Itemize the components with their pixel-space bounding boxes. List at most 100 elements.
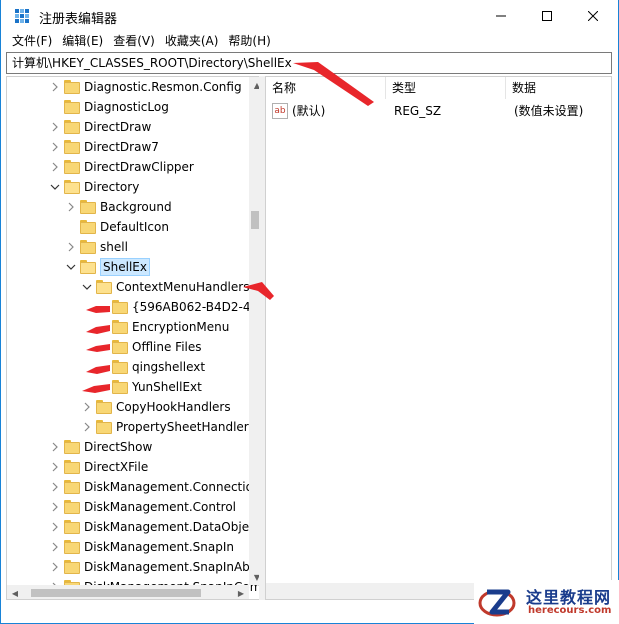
chevron-right-icon[interactable] [50, 481, 60, 493]
folder-icon [64, 140, 80, 154]
chevron-right-icon[interactable] [50, 161, 60, 173]
chevron-right-icon[interactable] [50, 521, 60, 533]
tree-item[interactable]: DefaultIcon [7, 217, 245, 237]
tree-item-label: DiskManagement.Connection [84, 480, 259, 494]
value-name: (默认) [292, 104, 326, 118]
folder-icon [112, 300, 128, 314]
folder-icon [64, 480, 80, 494]
regedit-icon [15, 9, 29, 23]
menu-help[interactable]: 帮助(H) [223, 31, 275, 51]
tree-item[interactable]: DirectXFile [7, 457, 245, 477]
chevron-right-icon[interactable] [50, 81, 60, 93]
chevron-down-icon[interactable] [66, 261, 76, 273]
chevron-down-icon[interactable] [82, 281, 92, 293]
registry-editor-window: 注册表编辑器 文件(F) 编辑(E) 查看(V) 收藏夹(A) 帮助(H) 计算… [0, 0, 619, 624]
tree-item-label: CopyHookHandlers [116, 400, 231, 414]
chevron-right-icon[interactable] [82, 401, 92, 413]
tree-item-label: Offline Files [132, 340, 202, 354]
tree-item[interactable]: DiskManagement.Control [7, 497, 245, 517]
menu-edit[interactable]: 编辑(E) [57, 31, 108, 51]
chevron-right-icon[interactable] [82, 421, 92, 433]
tree-horizontal-scroll-thumb[interactable] [31, 589, 201, 597]
tree-item-label: DefaultIcon [100, 220, 169, 234]
close-button[interactable] [570, 0, 616, 31]
chevron-down-icon[interactable] [50, 181, 60, 193]
menu-bar: 文件(F) 编辑(E) 查看(V) 收藏夹(A) 帮助(H) [1, 31, 618, 51]
tree-item-label: ShellEx [100, 258, 150, 276]
tree-item[interactable]: DirectShow [7, 437, 245, 457]
chevron-right-icon[interactable] [50, 561, 60, 573]
menu-view[interactable]: 查看(V) [108, 31, 160, 51]
window-title: 注册表编辑器 [39, 12, 118, 27]
tree-item[interactable]: DirectDraw [7, 117, 245, 137]
tree-item[interactable]: ShellEx [7, 257, 245, 277]
tree-item[interactable]: Directory [7, 177, 245, 197]
folder-icon [64, 520, 80, 534]
tree-item[interactable]: EncryptionMenu [7, 317, 245, 337]
tree-item[interactable]: Background [7, 197, 245, 217]
value-row[interactable]: ab (默认) REG_SZ (数值未设置) [266, 101, 611, 121]
folder-icon [64, 460, 80, 474]
tree-item[interactable]: qingshellext [7, 357, 245, 377]
chevron-right-icon[interactable] [50, 441, 60, 453]
menu-file[interactable]: 文件(F) [7, 31, 57, 51]
tree-item[interactable]: {596AB062-B4D2-4215-9F74-E9109B0A8153} [7, 297, 259, 317]
chevron-right-icon[interactable] [50, 461, 60, 473]
scroll-up-arrow-icon[interactable]: ▲ [249, 77, 259, 93]
tree-horizontal-scrollbar[interactable]: ◀ ▶ [7, 585, 249, 599]
chevron-right-icon[interactable] [66, 241, 76, 253]
folder-icon [80, 240, 96, 254]
tree-item[interactable]: CopyHookHandlers [7, 397, 245, 417]
chevron-right-icon[interactable] [50, 121, 60, 133]
tree-item-label: ContextMenuHandlers [116, 280, 250, 294]
tree-item-label: {596AB062-B4D2-4215-9F74-E9109B0A8153} [132, 300, 259, 314]
folder-icon [64, 80, 80, 94]
maximize-button[interactable] [524, 0, 570, 31]
folder-icon [80, 220, 96, 234]
column-header-data[interactable]: 数据 [506, 77, 611, 99]
close-icon [588, 10, 598, 21]
tree-item[interactable]: DirectDrawClipper [7, 157, 245, 177]
tree-item[interactable]: DiskManagement.SnapIn [7, 537, 245, 557]
tree-item-label: Directory [84, 180, 140, 194]
title-bar[interactable]: 注册表编辑器 [1, 0, 618, 31]
tree-item[interactable]: DirectDraw7 [7, 137, 245, 157]
registry-tree[interactable]: Diagnostic.Resmon.Config DiagnosticLog Dir… [6, 76, 259, 600]
string-value-icon: ab [272, 103, 288, 119]
chevron-right-icon[interactable] [50, 141, 60, 153]
menu-favorites[interactable]: 收藏夹(A) [160, 31, 224, 51]
tree-item[interactable]: DiskManagement.SnapInAbout [7, 557, 259, 577]
tree-item-label: PropertySheetHandlers [116, 420, 255, 434]
watermark-logo-icon [478, 589, 516, 617]
tree-item[interactable]: YunShellExt [7, 377, 245, 397]
folder-icon [112, 340, 128, 354]
folder-icon [64, 120, 80, 134]
column-header-type[interactable]: 类型 [386, 77, 506, 99]
folder-icon [64, 560, 80, 574]
tree-item[interactable]: Diagnostic.Resmon.Config [7, 77, 245, 97]
scroll-left-arrow-icon[interactable]: ◀ [7, 585, 23, 599]
tree-item[interactable]: DiskManagement.Connection [7, 477, 259, 497]
folder-icon [112, 320, 128, 334]
tree-item[interactable]: DiskManagement.DataObject [7, 517, 259, 537]
tree-item[interactable]: ContextMenuHandlers [7, 277, 249, 297]
scroll-right-arrow-icon[interactable]: ▶ [233, 585, 249, 599]
tree-item-label: qingshellext [132, 360, 206, 374]
address-bar[interactable]: 计算机\HKEY_CLASSES_ROOT\Directory\ShellEx [6, 52, 612, 74]
tree-item[interactable]: shell [7, 237, 245, 257]
minimize-button[interactable] [478, 0, 524, 31]
tree-vertical-scroll-thumb[interactable] [251, 211, 259, 229]
scroll-down-arrow-icon[interactable]: ▼ [249, 569, 259, 585]
tree-item[interactable]: DiagnosticLog [7, 97, 245, 117]
column-header-name[interactable]: 名称 [266, 77, 386, 99]
values-pane[interactable]: 名称 类型 数据 ab (默认) REG_SZ (数值未设置) [265, 76, 612, 600]
tree-item-label: DiskManagement.SnapInAbout [84, 560, 259, 574]
chevron-right-icon[interactable] [50, 501, 60, 513]
folder-icon [112, 380, 128, 394]
chevron-right-icon[interactable] [66, 201, 76, 213]
tree-item[interactable]: PropertySheetHandlers [7, 417, 255, 437]
tree-vertical-scrollbar[interactable]: ▲ ▼ [249, 77, 259, 585]
folder-icon [112, 360, 128, 374]
tree-item[interactable]: Offline Files [7, 337, 245, 357]
chevron-right-icon[interactable] [50, 541, 60, 553]
